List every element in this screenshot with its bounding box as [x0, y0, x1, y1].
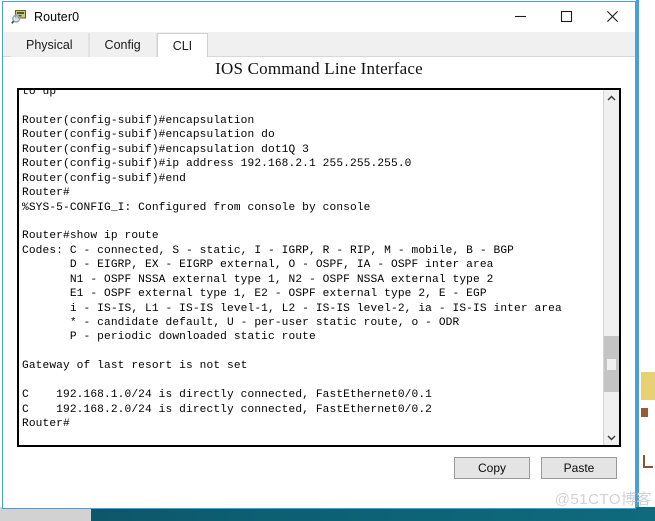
terminal-line: Codes: C - connected, S - static, I - IG…: [22, 244, 515, 257]
terminal-line: to up: [22, 90, 57, 98]
terminal-line: Router(config-subif)#encapsulation do: [22, 129, 275, 142]
terminal-line: C 192.168.2.0/24 is directly connected, …: [22, 403, 433, 416]
router-magnifier-icon: [11, 9, 27, 25]
action-button-row: Copy Paste: [454, 457, 617, 479]
desktop-window-edge: [636, 0, 639, 509]
taskbar[interactable]: [0, 507, 655, 521]
terminal-line: C 192.168.1.0/24 is directly connected, …: [22, 389, 433, 402]
tab-cli[interactable]: CLI: [156, 33, 209, 57]
terminal-line: Gateway of last resort is not set: [22, 360, 248, 373]
window-titlebar[interactable]: Router0: [3, 2, 635, 32]
terminal-line: Router#: [22, 418, 70, 431]
terminal-line: %SYS-5-CONFIG_I: Configured from console…: [22, 201, 371, 214]
copy-button[interactable]: Copy: [454, 457, 530, 479]
terminal-line: N1 - OSPF NSSA external type 1, N2 - OSP…: [22, 273, 494, 286]
terminal-line: D - EIGRP, EX - EIGRP external, O - OSPF…: [22, 259, 494, 272]
router0-window: Router0 Physical Config CLI IOS Command …: [2, 1, 636, 509]
terminal-frame: to up Router(config-subif)#encapsulation…: [17, 88, 621, 447]
tab-config[interactable]: Config: [88, 33, 157, 57]
panel-title: IOS Command Line Interface: [215, 59, 423, 78]
chevron-down-icon[interactable]: [604, 429, 619, 445]
minimize-icon[interactable]: [498, 2, 543, 31]
terminal-lines: to up Router(config-subif)#encapsulation…: [22, 90, 603, 432]
background-app-fragment: [641, 372, 655, 400]
taskbar-left-segment: [0, 507, 91, 521]
window-title: Router0: [34, 10, 80, 24]
scrollbar-thumb-grip: [607, 359, 616, 370]
terminal-line: Router(config-subif)#encapsulation: [22, 114, 255, 127]
watermark: @51CTO博客: [554, 491, 652, 508]
close-icon[interactable]: [590, 2, 635, 31]
terminal-line: Router#: [22, 187, 70, 200]
tab-physical[interactable]: Physical: [11, 33, 89, 57]
terminal-line: P - periodic downloaded static route: [22, 331, 316, 344]
background-mark-upper: [641, 408, 648, 417]
terminal-line: Router(config-subif)#end: [22, 172, 187, 185]
maximize-icon[interactable]: [544, 2, 589, 31]
terminal-scrollbar[interactable]: [603, 90, 619, 445]
paste-button[interactable]: Paste: [541, 457, 617, 479]
background-mark-lower: [643, 455, 653, 468]
terminal-line: Router#show ip route: [22, 230, 159, 243]
cli-panel: IOS Command Line Interface to up Router(…: [3, 57, 635, 508]
terminal-line: Router(config-subif)#encapsulation dot1Q…: [22, 143, 310, 156]
terminal-line: Router(config-subif)#ip address 192.168.…: [22, 158, 412, 171]
chevron-up-icon[interactable]: [604, 90, 619, 106]
terminal-line: E1 - OSPF external type 1, E2 - OSPF ext…: [22, 288, 487, 301]
terminal-line: * - candidate default, U - per-user stat…: [22, 317, 460, 329]
terminal-line: i - IS-IS, L1 - IS-IS level-1, L2 - IS-I…: [22, 302, 562, 315]
scrollbar-thumb[interactable]: [604, 336, 619, 392]
tab-bar: Physical Config CLI: [3, 32, 635, 57]
terminal-output-area[interactable]: to up Router(config-subif)#encapsulation…: [19, 90, 603, 445]
